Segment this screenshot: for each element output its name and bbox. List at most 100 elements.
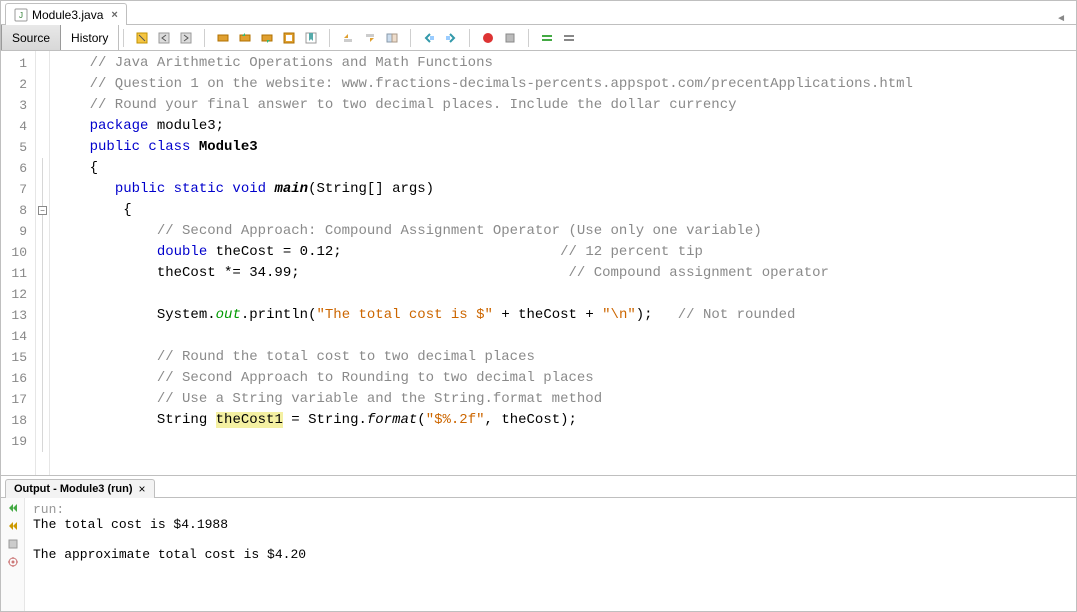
code-line[interactable]: theCost *= 34.99; // Compound assignment… (56, 263, 1076, 284)
code-line[interactable]: public class Module3 (56, 137, 1076, 158)
code-line[interactable]: String theCost1 = String.format("$%.2f",… (56, 410, 1076, 431)
toggle-bookmark-icon[interactable] (301, 28, 321, 48)
start-macro-icon[interactable] (478, 28, 498, 48)
fold-cell (36, 242, 49, 263)
line-number: 1 (1, 53, 35, 74)
toolbar-separator (528, 29, 529, 47)
code-line[interactable]: // Question 1 on the website: www.fracti… (56, 74, 1076, 95)
line-number: 10 (1, 242, 35, 263)
line-number: 8 (1, 200, 35, 221)
tab-history-label: History (71, 31, 108, 45)
file-tab[interactable]: J Module3.java × (5, 3, 127, 25)
code-line[interactable]: // Use a String variable and the String.… (56, 389, 1076, 410)
code-lines[interactable]: // Java Arithmetic Operations and Math F… (50, 51, 1076, 475)
close-icon[interactable]: × (139, 482, 146, 496)
line-number: 3 (1, 95, 35, 116)
code-editor[interactable]: 12345678910111213141516171819 − // Java … (1, 51, 1076, 476)
output-tab-label: Output - Module3 (run) (14, 483, 133, 495)
find-selection-icon[interactable] (213, 28, 233, 48)
tab-source[interactable]: Source (1, 25, 61, 50)
code-line[interactable]: public static void main(String[] args) (56, 179, 1076, 200)
rerun-icon[interactable] (5, 500, 21, 516)
fold-cell (36, 347, 49, 368)
next-bookmark-icon[interactable] (360, 28, 380, 48)
output-line (33, 532, 1068, 547)
output-line: The approximate total cost is $4.20 (33, 547, 1068, 562)
fold-cell (36, 116, 49, 137)
fold-collapse-icon[interactable]: − (38, 206, 47, 215)
fold-cell (36, 431, 49, 452)
fold-cell (36, 326, 49, 347)
line-number: 2 (1, 74, 35, 95)
fold-cell (36, 305, 49, 326)
diff-icon[interactable] (382, 28, 402, 48)
prev-bookmark-icon[interactable] (338, 28, 358, 48)
java-file-icon: J (14, 8, 28, 22)
line-number: 19 (1, 431, 35, 452)
output-tab[interactable]: Output - Module3 (run) × (5, 479, 155, 498)
line-number: 5 (1, 137, 35, 158)
output-text[interactable]: run:The total cost is $4.1988 The approx… (25, 498, 1076, 611)
toggle-highlight-icon[interactable] (279, 28, 299, 48)
line-number: 11 (1, 263, 35, 284)
toolbar-separator (204, 29, 205, 47)
code-line[interactable]: double theCost = 0.12; // 12 percent tip (56, 242, 1076, 263)
svg-text:J: J (19, 11, 23, 20)
settings-icon[interactable] (5, 554, 21, 570)
line-number: 18 (1, 410, 35, 431)
code-line[interactable]: package module3; (56, 116, 1076, 137)
shift-left-icon[interactable] (419, 28, 439, 48)
fold-cell (36, 389, 49, 410)
code-line[interactable]: { (56, 200, 1076, 221)
toolbar-icons-group-1 (128, 28, 200, 48)
fold-cell[interactable]: − (36, 200, 49, 221)
tab-scroll-left-icon[interactable]: ◄ (1050, 13, 1072, 24)
code-line[interactable]: // Java Arithmetic Operations and Math F… (56, 53, 1076, 74)
fold-gutter: − (36, 51, 50, 475)
fold-cell (36, 221, 49, 242)
code-line[interactable] (56, 326, 1076, 347)
line-number: 7 (1, 179, 35, 200)
line-number: 13 (1, 305, 35, 326)
code-line[interactable]: // Second Approach: Compound Assignment … (56, 221, 1076, 242)
line-number: 15 (1, 347, 35, 368)
fold-cell (36, 179, 49, 200)
stop-icon[interactable] (5, 536, 21, 552)
find-next-icon[interactable] (257, 28, 277, 48)
toolbar-separator (410, 29, 411, 47)
code-line[interactable]: // Round the total cost to two decimal p… (56, 347, 1076, 368)
toolbar-separator (469, 29, 470, 47)
output-line: run: (33, 502, 1068, 517)
fold-cell (36, 95, 49, 116)
tab-history[interactable]: History (61, 25, 119, 50)
rerun-debug-icon[interactable] (5, 518, 21, 534)
fold-cell (36, 137, 49, 158)
line-number: 4 (1, 116, 35, 137)
fold-cell (36, 410, 49, 431)
output-gutter (1, 498, 25, 611)
line-number: 9 (1, 221, 35, 242)
line-number: 14 (1, 326, 35, 347)
back-icon[interactable] (154, 28, 174, 48)
code-line[interactable]: // Round your final answer to two decima… (56, 95, 1076, 116)
code-line[interactable] (56, 431, 1076, 452)
comment-icon[interactable] (537, 28, 557, 48)
stop-macro-icon[interactable] (500, 28, 520, 48)
output-body: run:The total cost is $4.1988 The approx… (1, 498, 1076, 611)
code-line[interactable] (56, 284, 1076, 305)
find-prev-icon[interactable] (235, 28, 255, 48)
shift-right-icon[interactable] (441, 28, 461, 48)
fold-cell (36, 74, 49, 95)
last-edit-icon[interactable] (132, 28, 152, 48)
toolbar-separator (123, 29, 124, 47)
uncomment-icon[interactable] (559, 28, 579, 48)
close-icon[interactable]: × (111, 9, 117, 21)
code-line[interactable]: { (56, 158, 1076, 179)
fold-cell (36, 368, 49, 389)
forward-icon[interactable] (176, 28, 196, 48)
line-number: 17 (1, 389, 35, 410)
line-number: 16 (1, 368, 35, 389)
code-line[interactable]: // Second Approach to Rounding to two de… (56, 368, 1076, 389)
fold-cell (36, 53, 49, 74)
code-line[interactable]: System.out.println("The total cost is $"… (56, 305, 1076, 326)
